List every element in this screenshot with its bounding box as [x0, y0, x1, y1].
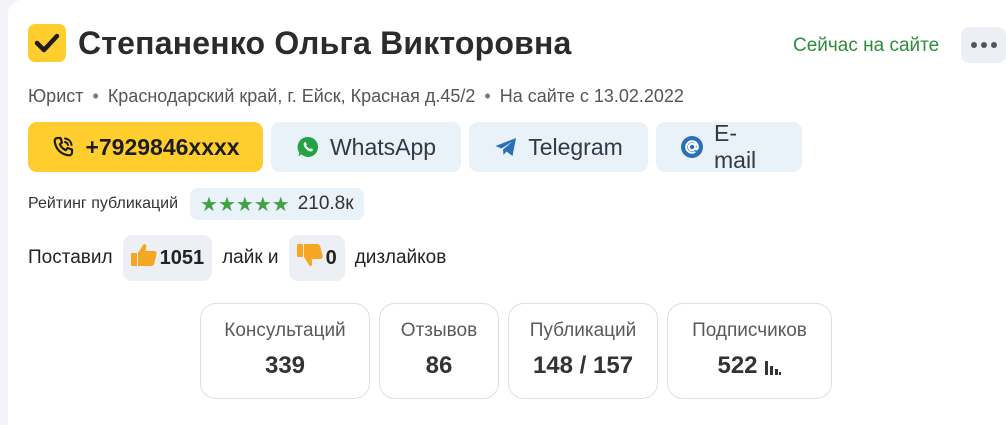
reactions-suffix: дизлайков: [354, 247, 447, 268]
whatsapp-button[interactable]: WhatsApp: [271, 122, 461, 172]
thumbs-down-icon: [296, 242, 326, 274]
at-sign-icon: [680, 135, 704, 159]
email-button[interactable]: E-mail: [656, 120, 802, 173]
stat-label: Консультаций: [224, 320, 346, 341]
stat-label: Подписчиков: [692, 320, 807, 341]
more-options-button[interactable]: [961, 27, 1006, 63]
stat-consultations[interactable]: Консультаций 339: [200, 303, 370, 399]
rating-badge[interactable]: ★★★★★ 210.8к: [190, 188, 364, 220]
bar-chart-icon: [764, 361, 781, 375]
stat-label: Отзывов: [400, 320, 478, 341]
stat-value-wrap: 522: [717, 352, 781, 380]
publication-rating: Рейтинг публикаций ★★★★★ 210.8к: [28, 188, 364, 220]
reactions-middle: лайк и: [222, 247, 279, 268]
dislikes-badge: 0: [288, 235, 345, 281]
stat-value: 339: [264, 352, 306, 379]
telegram-button[interactable]: Telegram: [469, 122, 648, 172]
stat-value: 522: [717, 352, 758, 379]
reactions-summary: Поставил 1051 лайк и 0 дизлайков: [28, 235, 446, 281]
whatsapp-label: WhatsApp: [329, 133, 437, 160]
whatsapp-icon: [296, 135, 320, 159]
stat-value: 86: [425, 352, 453, 379]
more-dots-icon: [970, 42, 977, 48]
telegram-label: Telegram: [528, 133, 623, 160]
email-label: E-mail: [714, 120, 757, 173]
profile-stats: Консультаций 339 Отзывов 86 Публикаций 1…: [200, 303, 832, 399]
rating-label: Рейтинг публикаций: [28, 195, 179, 212]
profile-role: Юрист: [28, 86, 84, 106]
phone-icon: [51, 135, 75, 159]
stat-label: Публикаций: [529, 320, 637, 341]
meta-separator: •: [484, 86, 491, 106]
stat-subscribers[interactable]: Подписчиков 522: [667, 303, 832, 399]
profile-header: Степаненко Ольга Викторовна: [28, 24, 572, 62]
verified-check-icon: [28, 24, 66, 62]
reactions-prefix: Поставил: [28, 247, 113, 268]
rating-value: 210.8к: [297, 193, 354, 214]
meta-separator: •: [92, 86, 99, 106]
stat-publications[interactable]: Публикаций 148 / 157: [508, 303, 658, 399]
stat-reviews[interactable]: Отзывов 86: [379, 303, 499, 399]
online-status: Сейчас на сайте: [793, 35, 940, 56]
profile-name: Степаненко Ольга Викторовна: [78, 24, 572, 61]
contact-buttons: +7929846xxxx WhatsApp Telegram E-mail: [28, 120, 802, 173]
phone-number: +7929846xxxx: [85, 133, 240, 160]
stat-value: 148 / 157: [532, 352, 634, 379]
profile-member-since: На сайте с 13.02.2022: [499, 86, 684, 106]
dislikes-count: 0: [325, 246, 337, 269]
rating-stars-icon: ★★★★★: [200, 193, 290, 216]
phone-button[interactable]: +7929846xxxx: [28, 122, 263, 172]
telegram-icon: [494, 136, 518, 158]
profile-location: Краснодарский край, г. Ейск, Красная д.4…: [107, 86, 476, 106]
likes-badge: 1051: [122, 235, 213, 281]
profile-meta: Юрист • Краснодарский край, г. Ейск, Кра…: [28, 86, 684, 107]
thumbs-up-icon: [130, 242, 160, 274]
likes-count: 1051: [159, 246, 205, 269]
